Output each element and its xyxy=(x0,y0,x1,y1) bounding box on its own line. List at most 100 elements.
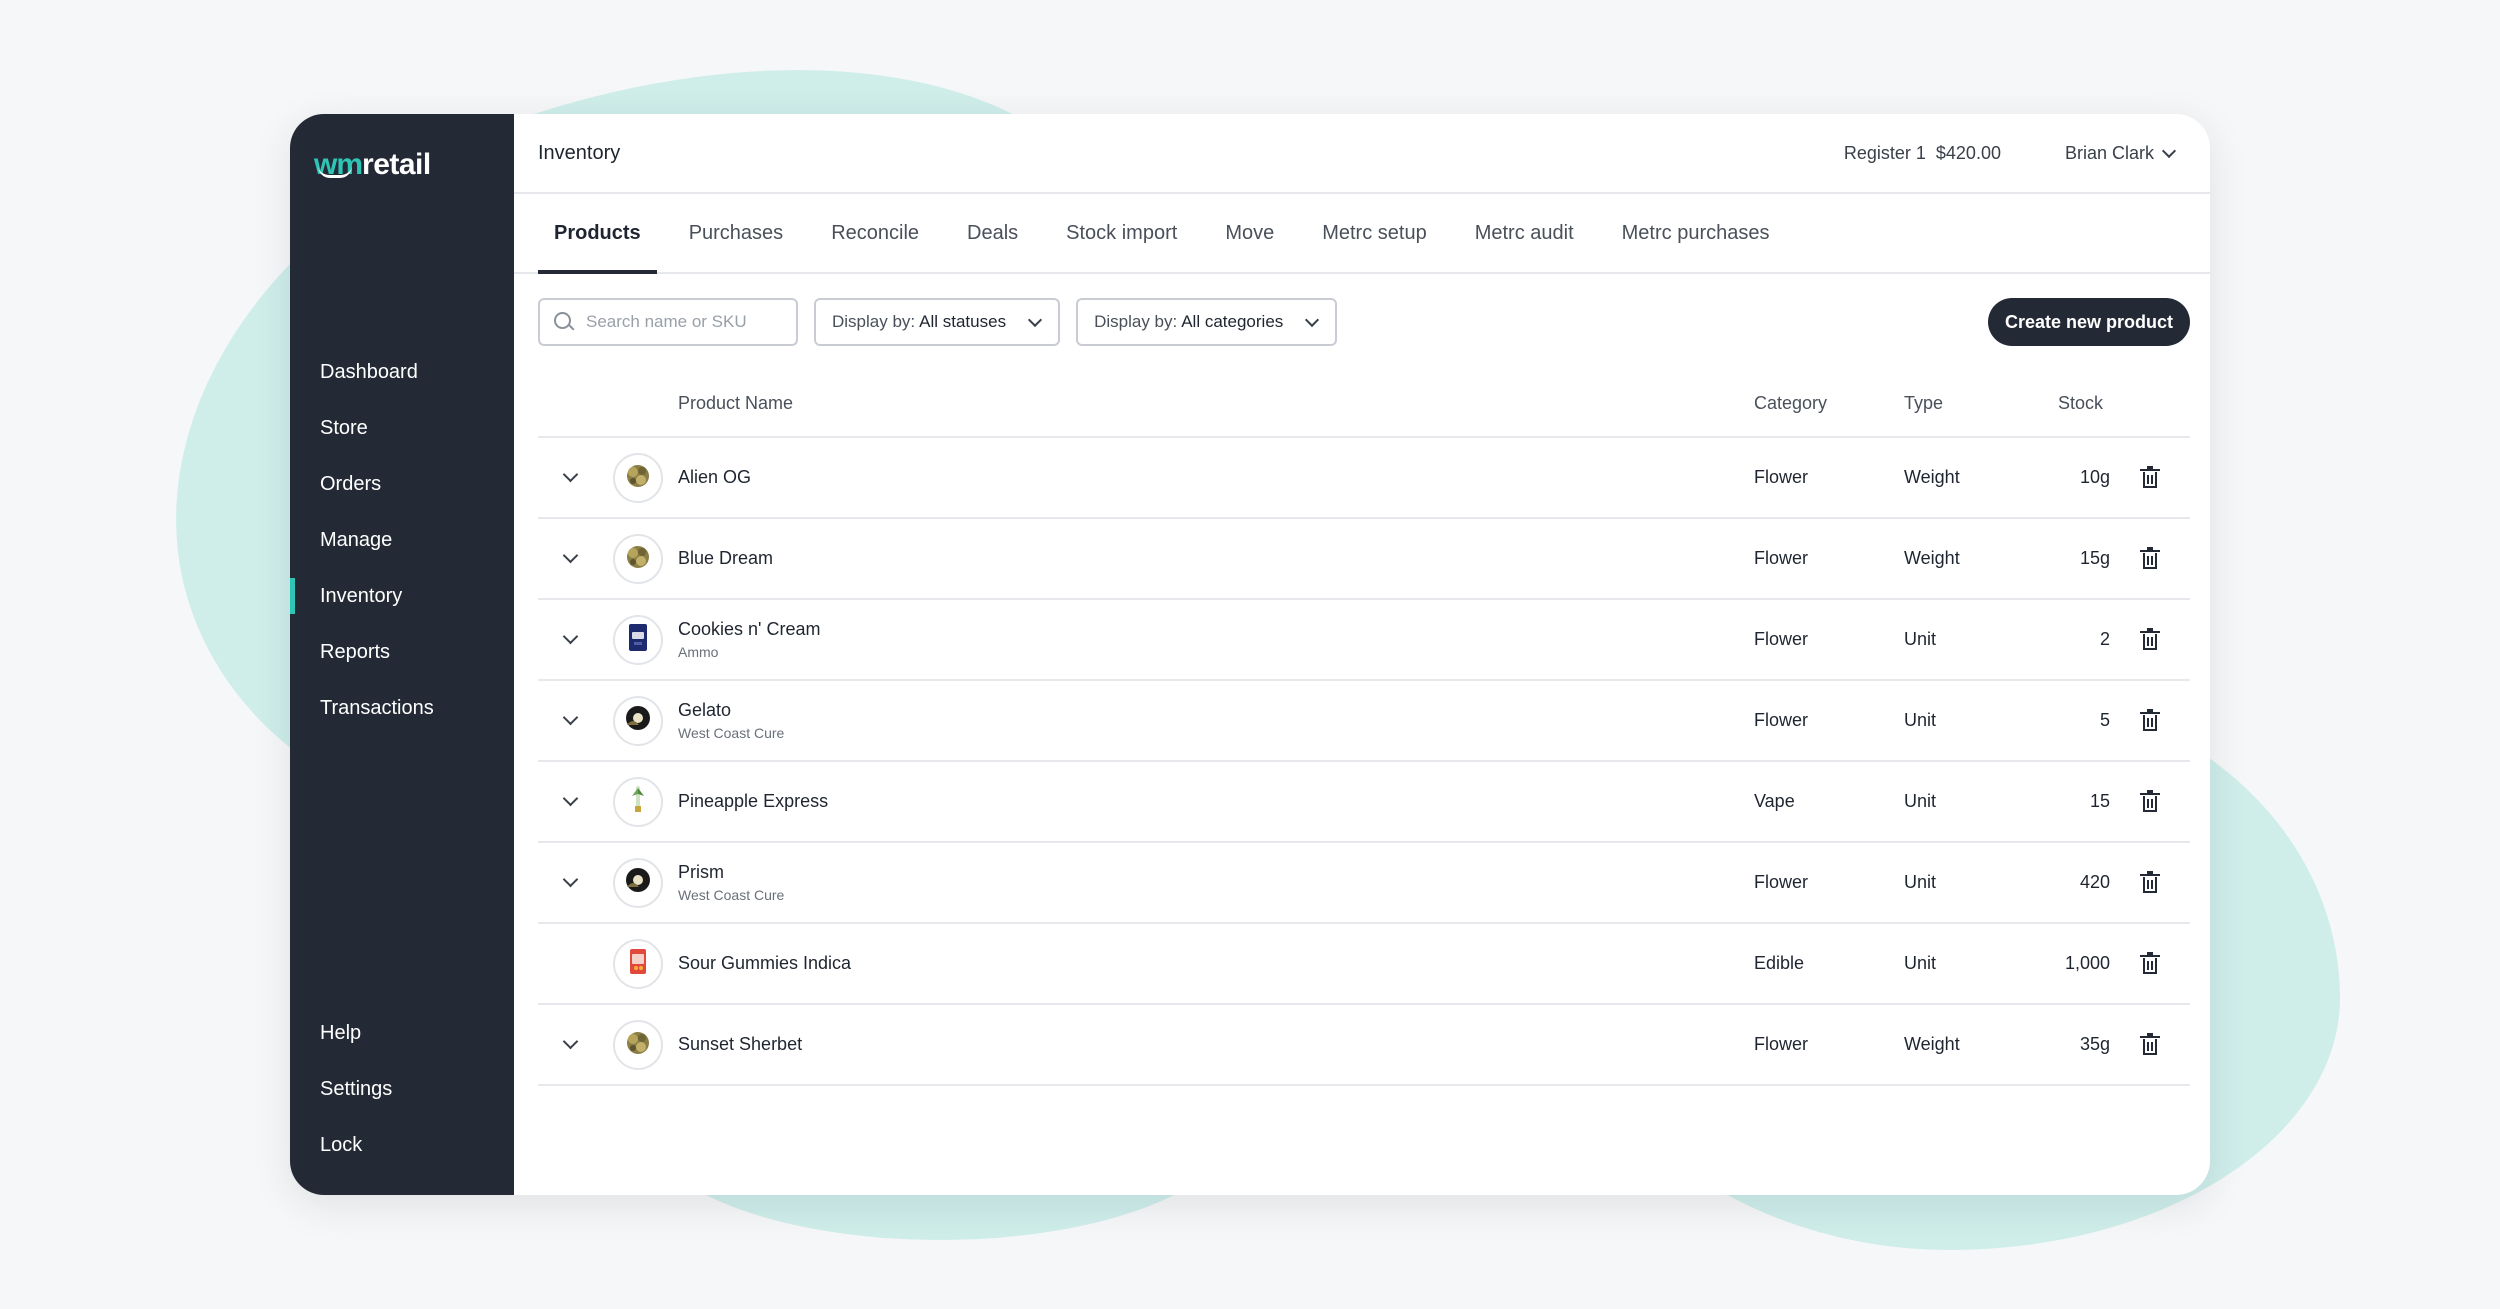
chevron-down-icon[interactable] xyxy=(562,547,578,564)
tab-deals[interactable]: Deals xyxy=(951,194,1034,272)
table-row[interactable]: Alien OG Flower Weight 10g xyxy=(538,438,2190,519)
table-row[interactable]: Pineapple Express Vape Unit 15 xyxy=(538,762,2190,843)
product-brand: West Coast Cure xyxy=(678,725,785,741)
chevron-down-icon[interactable] xyxy=(562,466,578,483)
product-type: Unit xyxy=(1904,791,1937,811)
sidebar-item-label: Transactions xyxy=(320,696,434,719)
create-product-button[interactable]: Create new product xyxy=(1987,298,2190,346)
tab-move[interactable]: Move xyxy=(1209,194,1290,272)
table-row[interactable]: Sunset Sherbet Flower Weight 35g xyxy=(538,1005,2190,1086)
sidebar-item-label: Lock xyxy=(320,1133,363,1156)
search-box xyxy=(538,298,798,346)
product-name[interactable]: Alien OG xyxy=(678,467,1754,488)
product-thumbnail xyxy=(613,614,663,665)
product-name[interactable]: Pineapple Express xyxy=(678,791,1754,812)
table-row[interactable]: Prism West Coast Cure Flower Unit 420 xyxy=(538,843,2190,924)
trash-icon[interactable] xyxy=(2140,465,2160,488)
sidebar-item-reports[interactable]: Reports xyxy=(290,624,514,680)
product-category: Flower xyxy=(1754,629,1809,649)
search-input[interactable] xyxy=(586,312,776,332)
table-row[interactable]: Sour Gummies Indica Edible Unit 1,000 xyxy=(538,924,2190,1005)
sidebar-item-dashboard[interactable]: Dashboard xyxy=(290,344,514,400)
chevron-down-icon[interactable] xyxy=(562,871,578,888)
sidebar-item-lock[interactable]: Lock xyxy=(290,1117,514,1173)
tab-products[interactable]: Products xyxy=(538,194,657,274)
product-type: Unit xyxy=(1904,629,1937,649)
column-header-category[interactable]: Category xyxy=(1754,393,1904,414)
trash-icon[interactable] xyxy=(2140,870,2160,893)
user-menu[interactable]: Brian Clark xyxy=(2064,142,2177,164)
product-brand: Ammo xyxy=(678,644,719,660)
sidebar-item-settings[interactable]: Settings xyxy=(290,1061,514,1117)
trash-icon[interactable] xyxy=(2140,627,2160,650)
trash-icon[interactable] xyxy=(2140,708,2160,731)
sidebar-item-manage[interactable]: Manage xyxy=(290,512,514,568)
chevron-down-icon[interactable] xyxy=(562,628,578,645)
product-stock: 5 xyxy=(2099,710,2110,730)
table-header: Product Name Category Type Stock xyxy=(538,370,2190,438)
sidebar-item-label: Dashboard xyxy=(320,360,418,383)
product-name[interactable]: Prism xyxy=(678,862,1754,883)
sidebar-nav: Dashboard Store Orders Manage Inventory … xyxy=(290,344,514,736)
tab-reconcile[interactable]: Reconcile xyxy=(815,194,935,272)
flower-bud-icon xyxy=(621,458,655,497)
sidebar-item-help[interactable]: Help xyxy=(290,1005,514,1061)
app-window: wm retail Dashboard Store Orders Manage I… xyxy=(290,114,2210,1195)
product-name[interactable]: Sunset Sherbet xyxy=(678,1034,1754,1055)
top-bar: Inventory Register 1 $420.00 Brian Clark xyxy=(514,114,2210,194)
tab-metrc-purchases[interactable]: Metrc purchases xyxy=(1606,194,1786,272)
tab-label: Metrc purchases xyxy=(1621,221,1770,244)
tab-metrc-setup[interactable]: Metrc setup xyxy=(1306,194,1442,272)
trash-icon[interactable] xyxy=(2140,1032,2160,1055)
logo-suffix: retail xyxy=(362,148,431,181)
tab-label: Move xyxy=(1225,221,1275,244)
sidebar-item-store[interactable]: Store xyxy=(290,400,514,456)
sidebar-item-label: Inventory xyxy=(320,584,403,607)
product-name[interactable]: Gelato xyxy=(678,700,1754,721)
sidebar-item-label: Help xyxy=(320,1021,362,1044)
product-stock: 1,000 xyxy=(2064,953,2110,973)
chevron-down-icon xyxy=(1305,312,1320,327)
product-stock: 35g xyxy=(2079,1034,2110,1054)
product-stock: 15 xyxy=(2089,791,2110,811)
sidebar-item-transactions[interactable]: Transactions xyxy=(290,680,514,736)
product-name[interactable]: Sour Gummies Indica xyxy=(678,953,1754,974)
tab-bar: Products Purchases Reconcile Deals Stock… xyxy=(514,194,2210,274)
chevron-down-icon[interactable] xyxy=(562,709,578,726)
product-name[interactable]: Blue Dream xyxy=(678,548,1754,569)
trash-icon[interactable] xyxy=(2140,546,2160,569)
table-row[interactable]: Gelato West Coast Cure Flower Unit 5 xyxy=(538,681,2190,762)
sidebar-item-orders[interactable]: Orders xyxy=(290,456,514,512)
column-header-name[interactable]: Product Name xyxy=(674,393,1754,414)
tab-stock-import[interactable]: Stock import xyxy=(1050,194,1193,272)
trash-icon[interactable] xyxy=(2140,789,2160,812)
table-row[interactable]: Cookies n' Cream Ammo Flower Unit 2 xyxy=(538,600,2190,681)
sidebar-item-inventory[interactable]: Inventory xyxy=(290,568,514,624)
product-category: Flower xyxy=(1754,872,1809,892)
product-name[interactable]: Cookies n' Cream xyxy=(678,619,1754,640)
tab-label: Stock import xyxy=(1066,221,1178,244)
table-row[interactable]: Blue Dream Flower Weight 15g xyxy=(538,519,2190,600)
tab-metrc-audit[interactable]: Metrc audit xyxy=(1459,194,1590,272)
trash-icon[interactable] xyxy=(2140,951,2160,974)
register-status: Register 1 $420.00 xyxy=(1843,142,2001,163)
product-thumbnail xyxy=(613,938,663,989)
chevron-down-icon[interactable] xyxy=(562,1033,578,1050)
product-thumbnail xyxy=(613,857,663,908)
chevron-down-icon xyxy=(2161,143,2177,158)
sidebar-item-label: Manage xyxy=(320,528,393,551)
product-category: Vape xyxy=(1754,791,1795,811)
products-table: Product Name Category Type Stock Alien O… xyxy=(538,370,2190,1086)
jar-icon xyxy=(621,701,655,740)
chevron-down-icon[interactable] xyxy=(562,790,578,807)
status-filter-dropdown[interactable]: Display by: All statuses xyxy=(814,298,1061,346)
tab-label: Reconcile xyxy=(831,221,920,244)
sidebar-item-label: Reports xyxy=(320,640,391,663)
column-header-type[interactable]: Type xyxy=(1904,393,2026,414)
user-name: Brian Clark xyxy=(2064,142,2154,163)
tab-purchases[interactable]: Purchases xyxy=(673,194,800,272)
tab-label: Metrc setup xyxy=(1322,221,1427,244)
sidebar-item-label: Settings xyxy=(320,1077,393,1100)
column-header-stock[interactable]: Stock xyxy=(2026,393,2110,414)
category-filter-dropdown[interactable]: Display by: All categories xyxy=(1076,298,1338,346)
